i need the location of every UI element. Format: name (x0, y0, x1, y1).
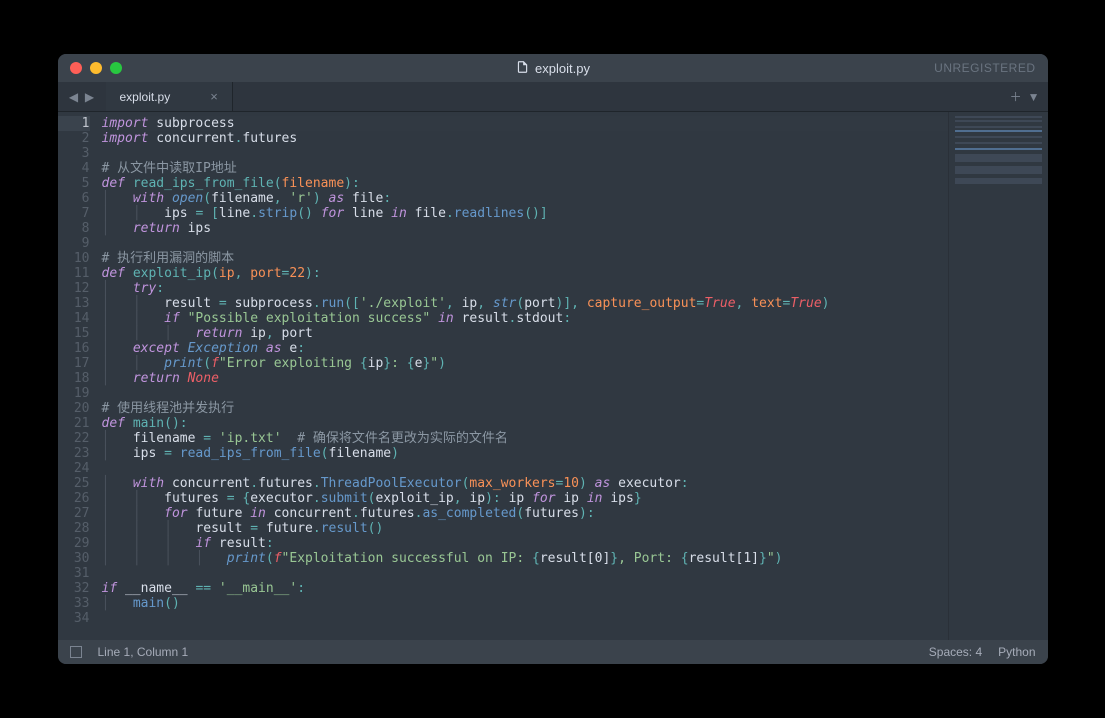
minimap-preview (955, 116, 1042, 186)
nav-back-icon[interactable]: ◀ (66, 90, 82, 104)
code-line[interactable]: def read_ips_from_file(filename): (102, 176, 948, 191)
line-number: 19 (58, 386, 90, 401)
line-number: 1 (58, 116, 90, 131)
editor-window: exploit.py UNREGISTERED ◀ ▶ exploit.py ×… (58, 54, 1048, 664)
window-title: exploit.py (515, 60, 590, 77)
line-number: 34 (58, 611, 90, 626)
status-bar: Line 1, Column 1 Spaces: 4 Python (58, 640, 1048, 664)
line-number: 24 (58, 461, 90, 476)
line-number: 12 (58, 281, 90, 296)
code-line[interactable]: │ │ │ │ print(f"Exploitation successful … (102, 551, 948, 566)
close-window-button[interactable] (70, 62, 82, 74)
line-number: 3 (58, 146, 90, 161)
line-number: 26 (58, 491, 90, 506)
code-line[interactable]: │ try: (102, 281, 948, 296)
line-number: 9 (58, 236, 90, 251)
code-line[interactable] (102, 461, 948, 476)
nav-forward-icon[interactable]: ▶ (82, 90, 98, 104)
line-number: 14 (58, 311, 90, 326)
code-line[interactable] (102, 236, 948, 251)
line-number: 30 (58, 551, 90, 566)
line-number: 11 (58, 266, 90, 281)
line-number: 23 (58, 446, 90, 461)
line-number: 13 (58, 296, 90, 311)
code-line[interactable]: │ │ │ return ip, port (102, 326, 948, 341)
tab-menu-icon[interactable]: ▼ (1028, 90, 1040, 104)
code-line[interactable]: def main(): (102, 416, 948, 431)
code-line[interactable]: │ │ futures = {executor.submit(exploit_i… (102, 491, 948, 506)
tabbar-controls: ＋ ▼ (1010, 82, 1048, 111)
code-line[interactable]: │ filename = 'ip.txt' # 确保将文件名更改为实际的文件名 (102, 431, 948, 446)
code-line[interactable]: import subprocess (102, 116, 948, 131)
titlebar: exploit.py UNREGISTERED (58, 54, 1048, 82)
code-line[interactable]: │ │ for future in concurrent.futures.as_… (102, 506, 948, 521)
code-line[interactable]: def exploit_ip(ip, port=22): (102, 266, 948, 281)
line-number: 31 (58, 566, 90, 581)
line-number: 33 (58, 596, 90, 611)
line-number: 7 (58, 206, 90, 221)
indent-setting[interactable]: Spaces: 4 (929, 645, 982, 659)
line-number: 22 (58, 431, 90, 446)
editor-area[interactable]: 1234567891011121314151617181920212223242… (58, 112, 1048, 640)
tab-exploit-py[interactable]: exploit.py × (106, 82, 233, 111)
code-view[interactable]: import subprocessimport concurrent.futur… (100, 112, 948, 640)
line-number: 2 (58, 131, 90, 146)
line-number: 17 (58, 356, 90, 371)
traffic-lights (58, 62, 122, 74)
code-line[interactable]: │ │ print(f"Error exploiting {ip}: {e}") (102, 356, 948, 371)
line-number: 6 (58, 191, 90, 206)
window-title-text: exploit.py (535, 61, 590, 76)
code-line[interactable] (102, 146, 948, 161)
code-line[interactable]: │ return None (102, 371, 948, 386)
code-line[interactable]: │ │ │ if result: (102, 536, 948, 551)
new-tab-icon[interactable]: ＋ (1010, 88, 1022, 105)
code-line[interactable]: │ │ ips = [line.strip() for line in file… (102, 206, 948, 221)
line-number: 20 (58, 401, 90, 416)
unregistered-label: UNREGISTERED (934, 61, 1035, 75)
minimize-window-button[interactable] (90, 62, 102, 74)
code-line[interactable]: │ return ips (102, 221, 948, 236)
syntax-setting[interactable]: Python (998, 645, 1035, 659)
zoom-window-button[interactable] (110, 62, 122, 74)
cursor-position[interactable]: Line 1, Column 1 (98, 645, 189, 659)
line-number: 4 (58, 161, 90, 176)
code-line[interactable]: │ ips = read_ips_from_file(filename) (102, 446, 948, 461)
code-line[interactable] (102, 566, 948, 581)
line-number: 18 (58, 371, 90, 386)
line-number: 27 (58, 506, 90, 521)
line-number: 29 (58, 536, 90, 551)
line-number-gutter: 1234567891011121314151617181920212223242… (58, 112, 100, 640)
code-line[interactable] (102, 611, 948, 626)
code-line[interactable]: │ with concurrent.futures.ThreadPoolExec… (102, 476, 948, 491)
code-line[interactable]: │ │ result = subprocess.run(['./exploit'… (102, 296, 948, 311)
line-number: 21 (58, 416, 90, 431)
tab-label: exploit.py (120, 90, 171, 104)
code-line[interactable]: if __name__ == '__main__': (102, 581, 948, 596)
panel-switcher-icon[interactable] (70, 646, 82, 658)
line-number: 25 (58, 476, 90, 491)
code-line[interactable]: # 从文件中读取IP地址 (102, 161, 948, 176)
code-line[interactable]: import concurrent.futures (102, 131, 948, 146)
line-number: 10 (58, 251, 90, 266)
code-line[interactable]: │ except Exception as e: (102, 341, 948, 356)
line-number: 32 (58, 581, 90, 596)
line-number: 15 (58, 326, 90, 341)
document-icon (515, 60, 529, 77)
line-number: 16 (58, 341, 90, 356)
close-tab-icon[interactable]: × (210, 89, 218, 104)
line-number: 28 (58, 521, 90, 536)
minimap[interactable] (948, 112, 1048, 640)
line-number: 5 (58, 176, 90, 191)
code-line[interactable]: # 使用线程池并发执行 (102, 401, 948, 416)
code-line[interactable]: │ main() (102, 596, 948, 611)
line-number: 8 (58, 221, 90, 236)
code-line[interactable]: │ │ if "Possible exploitation success" i… (102, 311, 948, 326)
tab-bar: ◀ ▶ exploit.py × ＋ ▼ (58, 82, 1048, 112)
code-line[interactable] (102, 386, 948, 401)
history-nav: ◀ ▶ (58, 82, 106, 111)
code-line[interactable]: │ with open(filename, 'r') as file: (102, 191, 948, 206)
code-line[interactable]: # 执行利用漏洞的脚本 (102, 251, 948, 266)
code-line[interactable]: │ │ │ result = future.result() (102, 521, 948, 536)
